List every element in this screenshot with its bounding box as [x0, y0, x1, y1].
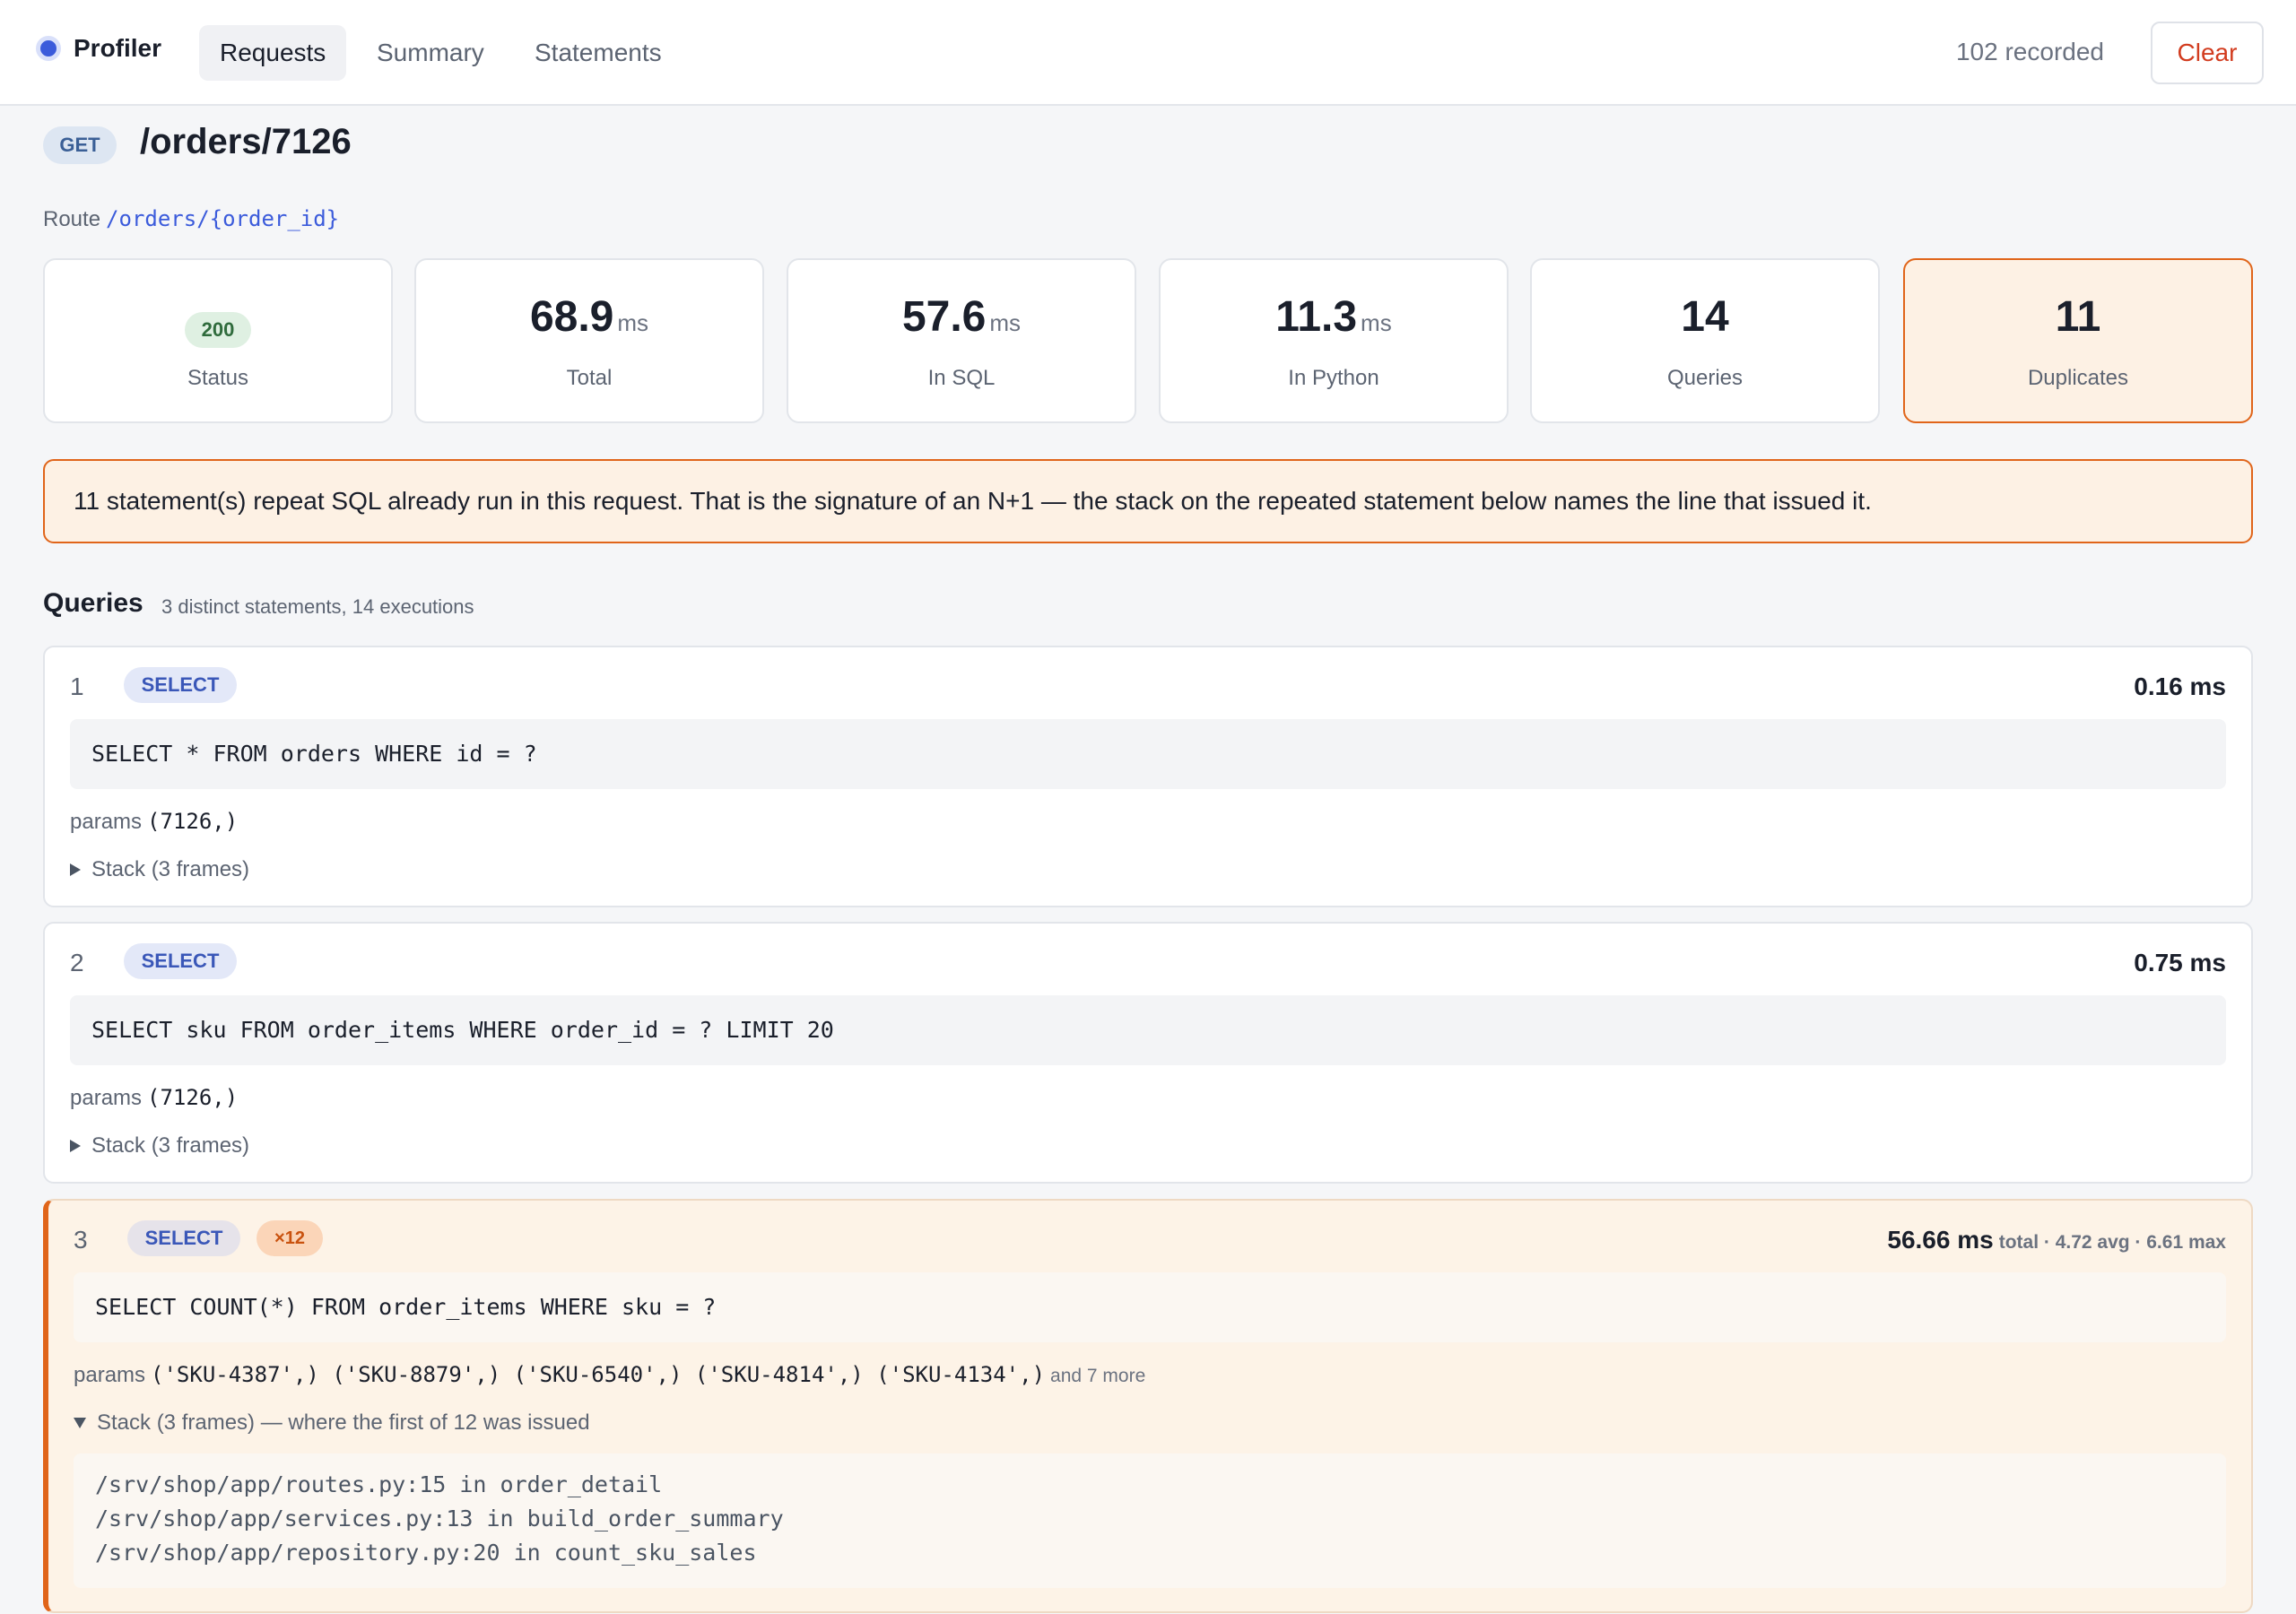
- sql-text: SELECT sku FROM order_items WHERE order_…: [70, 995, 2226, 1065]
- recorded-count: 102 recorded: [1955, 38, 2104, 65]
- query-index: 2: [70, 949, 84, 976]
- sql-text: SELECT * FROM orders WHERE id = ?: [70, 719, 2226, 789]
- stat-label: Queries: [1666, 366, 1744, 390]
- duplicate-count-badge: ×12: [257, 1220, 323, 1256]
- queries-heading: Queries: [43, 588, 144, 618]
- params-label: params: [74, 1363, 146, 1387]
- n-plus-one-warning-banner: 11 statement(s) repeat SQL already run i…: [43, 459, 2253, 543]
- stat-card-queries: 14 Queries: [1530, 258, 1880, 423]
- route-pattern: /orders/{order_id}: [106, 206, 340, 231]
- stat-unit: ms: [989, 309, 1022, 336]
- sql-text: SELECT COUNT(*) FROM order_items WHERE s…: [74, 1272, 2226, 1342]
- stack-toggle[interactable]: Stack (3 frames) — where the first of 12…: [74, 1410, 590, 1436]
- stack-toggle[interactable]: Stack (3 frames): [70, 1133, 249, 1158]
- brand: Profiler: [36, 34, 161, 63]
- stat-label: Duplicates: [2027, 366, 2129, 390]
- stack-frame: /srv/shop/app/repository.py:20 in count_…: [95, 1540, 757, 1566]
- clear-button[interactable]: Clear: [2151, 22, 2264, 84]
- stack-frames: /srv/shop/app/routes.py:15 in order_deta…: [74, 1453, 2226, 1588]
- disclosure-triangle-icon: [70, 863, 81, 876]
- page-title: /orders/7126: [140, 122, 352, 161]
- statement-kind-badge: SELECT: [124, 667, 237, 703]
- top-bar: Profiler Requests Summary Statements 102…: [0, 0, 2296, 106]
- stat-value: 14: [1681, 293, 1729, 341]
- stat-value: 57.6: [901, 293, 987, 341]
- status-badge: 200: [185, 312, 251, 348]
- query-card-duplicated: 3 SELECT ×12 56.66 ms total · 4.72 avg · …: [43, 1199, 2253, 1613]
- route-line: Route/orders/{order_id}: [43, 206, 339, 232]
- stat-label: Status: [187, 366, 249, 390]
- query-time-summary: 56.66 ms total · 4.72 avg · 6.61 max: [1887, 1226, 2226, 1254]
- stat-label: Total: [566, 366, 613, 390]
- params-line: params (7126,): [70, 809, 238, 835]
- tab-requests[interactable]: Requests: [199, 25, 347, 81]
- statement-kind-badge: SELECT: [127, 1220, 240, 1256]
- method-badge: GET: [43, 126, 117, 164]
- params-label: params: [70, 810, 143, 834]
- brand-label: Profiler: [74, 34, 162, 62]
- query-card: 1 SELECT 0.16 ms SELECT * FROM orders WH…: [43, 646, 2253, 907]
- disclosure-triangle-open-icon: [74, 1418, 86, 1428]
- query-card: 2 SELECT 0.75 ms SELECT sku FROM order_i…: [43, 922, 2253, 1184]
- query-time: 0.16 ms: [2134, 672, 2226, 700]
- stack-label: Stack (3 frames): [91, 857, 250, 881]
- stat-card-duplicates: 11 Duplicates: [1903, 258, 2253, 423]
- tab-statements[interactable]: Statements: [514, 25, 683, 81]
- disclosure-triangle-icon: [70, 1140, 81, 1152]
- params-line: params ('SKU-4387',) ('SKU-8879',) ('SKU-…: [74, 1362, 1145, 1388]
- stack-label: Stack (3 frames): [91, 1133, 250, 1158]
- tab-summary[interactable]: Summary: [356, 25, 505, 81]
- stack-frame: /srv/shop/app/routes.py:15 in order_deta…: [95, 1471, 663, 1497]
- params-value: ('SKU-4387',) ('SKU-8879',) ('SKU-6540',…: [151, 1362, 1046, 1387]
- stat-label: In Python: [1288, 366, 1379, 390]
- stat-label: In SQL: [927, 366, 996, 390]
- stat-card-status: 200 Status: [43, 258, 393, 423]
- stat-card-total: 68.9 ms Total: [414, 258, 764, 423]
- query-time: 0.75 ms: [2134, 949, 2226, 976]
- query-time: 56.66 ms: [1887, 1226, 1994, 1254]
- query-index: 1: [70, 672, 84, 700]
- params-value: (7126,): [147, 809, 239, 834]
- statement-kind-badge: SELECT: [124, 943, 237, 979]
- params-line: params (7126,): [70, 1085, 238, 1111]
- stat-value: 68.9: [529, 293, 614, 341]
- params-more-link[interactable]: and 7 more: [1050, 1366, 1145, 1386]
- query-time-stats: total · 4.72 avg · 6.61 max: [1998, 1232, 2226, 1253]
- profiler-logo-icon: [36, 36, 61, 61]
- queries-subtitle: 3 distinct statements, 14 executions: [161, 595, 474, 618]
- route-label: Route: [43, 207, 101, 231]
- stat-value: 11: [2055, 293, 2101, 341]
- stat-unit: ms: [1361, 309, 1392, 336]
- stack-label: Stack (3 frames) — where the first of 12…: [97, 1410, 590, 1435]
- stat-card-in-python: 11.3 ms In Python: [1159, 258, 1509, 423]
- query-index: 3: [74, 1226, 88, 1254]
- params-label: params: [70, 1086, 143, 1110]
- stack-toggle[interactable]: Stack (3 frames): [70, 857, 249, 882]
- params-value: (7126,): [147, 1085, 239, 1110]
- stat-value-line: 57.6 ms: [788, 292, 1135, 342]
- stack-frame: /srv/shop/app/services.py:13 in build_or…: [95, 1506, 784, 1532]
- stat-value: 11.3: [1275, 293, 1358, 341]
- stat-value-line: 68.9 ms: [416, 292, 762, 342]
- stat-value-line: 11.3 ms: [1161, 292, 1507, 342]
- stat-unit: ms: [617, 309, 649, 336]
- stat-card-in-sql: 57.6 ms In SQL: [787, 258, 1136, 423]
